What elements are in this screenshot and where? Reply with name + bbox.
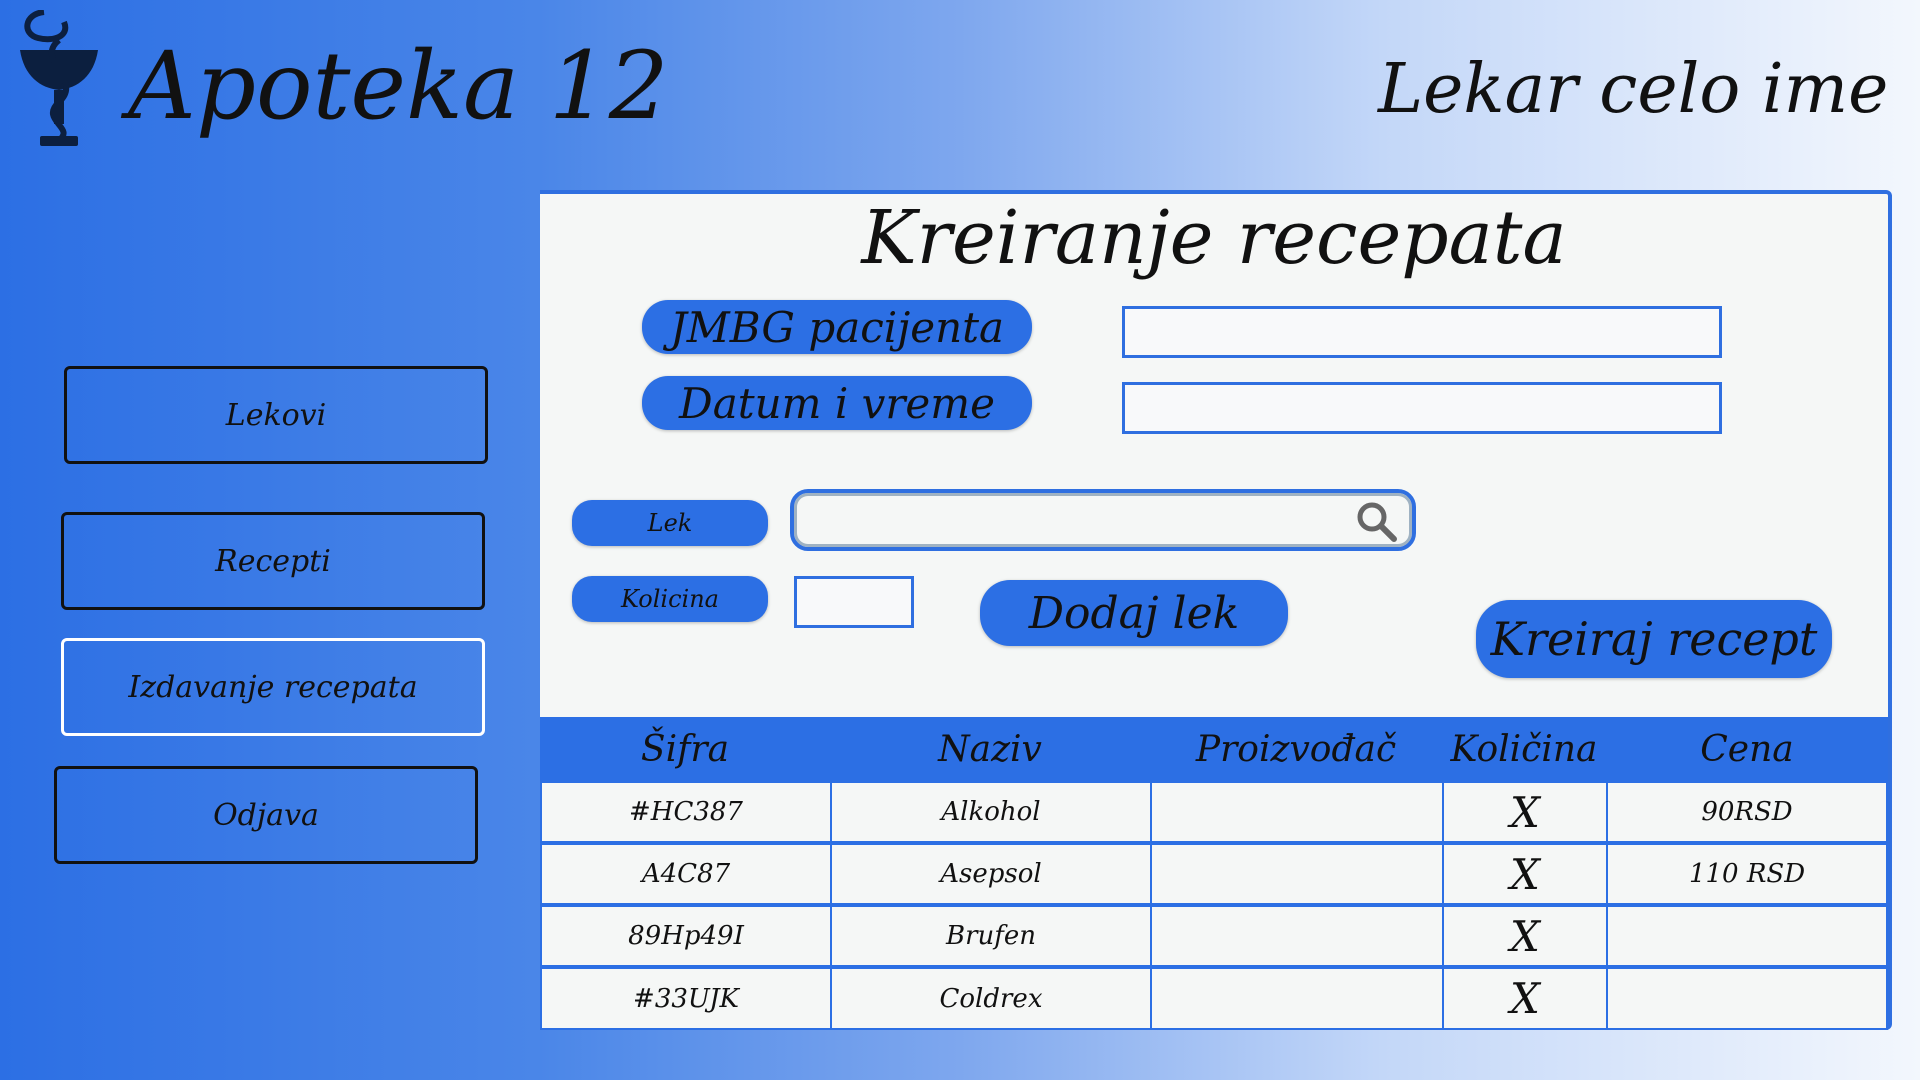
sidebar-item-odjava[interactable]: Odjava [54,766,478,864]
column-header-kolicina: Količina [1450,728,1598,770]
table-cell-cena: 90RSD [1606,781,1888,843]
lek-search-input[interactable] [790,489,1416,551]
kolicina-field[interactable] [794,576,914,628]
table-cell-proizvodjac [1150,781,1444,843]
add-drug-button[interactable]: Dodaj lek [980,580,1288,646]
user-name: Lekar celo ime [1378,50,1889,129]
table-cell-naziv: Alkohol [830,781,1152,843]
sidebar-item-label: Odjava [213,797,319,833]
table-cell-proizvodjac [1150,905,1444,967]
jmbg-field[interactable] [1122,306,1722,358]
remove-row-button[interactable]: X [1442,967,1608,1030]
sidebar-item-label: Lekovi [225,397,327,433]
create-prescription-button[interactable]: Kreiraj recept [1476,600,1832,678]
kolicina-label: Kolicina [572,576,768,622]
datetime-label: Datum i vreme [642,376,1032,430]
sidebar-item-label: Recepti [215,543,331,579]
datetime-field[interactable] [1122,382,1722,434]
table-cell-sifra: 89Hp49I [540,905,832,967]
table-cell-naziv: Coldrex [830,967,1152,1030]
sidebar-item-label: Izdavanje recepata [128,669,418,705]
table-cell-naziv: Asepsol [830,843,1152,905]
lek-label: Lek [572,500,768,546]
remove-row-button[interactable]: X [1442,905,1608,967]
table-cell-cena [1606,905,1888,967]
column-header-cena: Cena [1700,728,1794,770]
remove-row-button[interactable]: X [1442,781,1608,843]
table-cell-naziv: Brufen [830,905,1152,967]
search-icon[interactable] [1354,499,1398,543]
app-title: Apoteka 12 [128,32,669,141]
sidebar-item-izdavanje-recepata[interactable]: Izdavanje recepata [61,638,485,736]
page-title: Kreiranje recepata [861,195,1567,281]
pharmacy-logo-icon [20,10,98,146]
prescription-panel: Kreiranje recepata JMBG pacijenta Datum … [540,190,1892,1030]
remove-row-button[interactable]: X [1442,843,1608,905]
table-header: Šifra Naziv Proizvođač Količina Cena [540,717,1888,781]
sidebar-item-lekovi[interactable]: Lekovi [64,366,488,464]
table-cell-proizvodjac [1150,967,1444,1030]
column-header-sifra: Šifra [640,728,730,770]
table-cell-proizvodjac [1150,843,1444,905]
sidebar-item-recepti[interactable]: Recepti [61,512,485,610]
column-header-naziv: Naziv [938,728,1042,770]
column-header-proizvodjac: Proizvođač [1195,728,1397,770]
jmbg-label: JMBG pacijenta [642,300,1032,354]
table-cell-sifra: #HC387 [540,781,832,843]
table-cell-cena: 110 RSD [1606,843,1888,905]
table-cell-sifra: A4C87 [540,843,832,905]
table-cell-cena [1606,967,1888,1030]
table-cell-sifra: #33UJK [540,967,832,1030]
